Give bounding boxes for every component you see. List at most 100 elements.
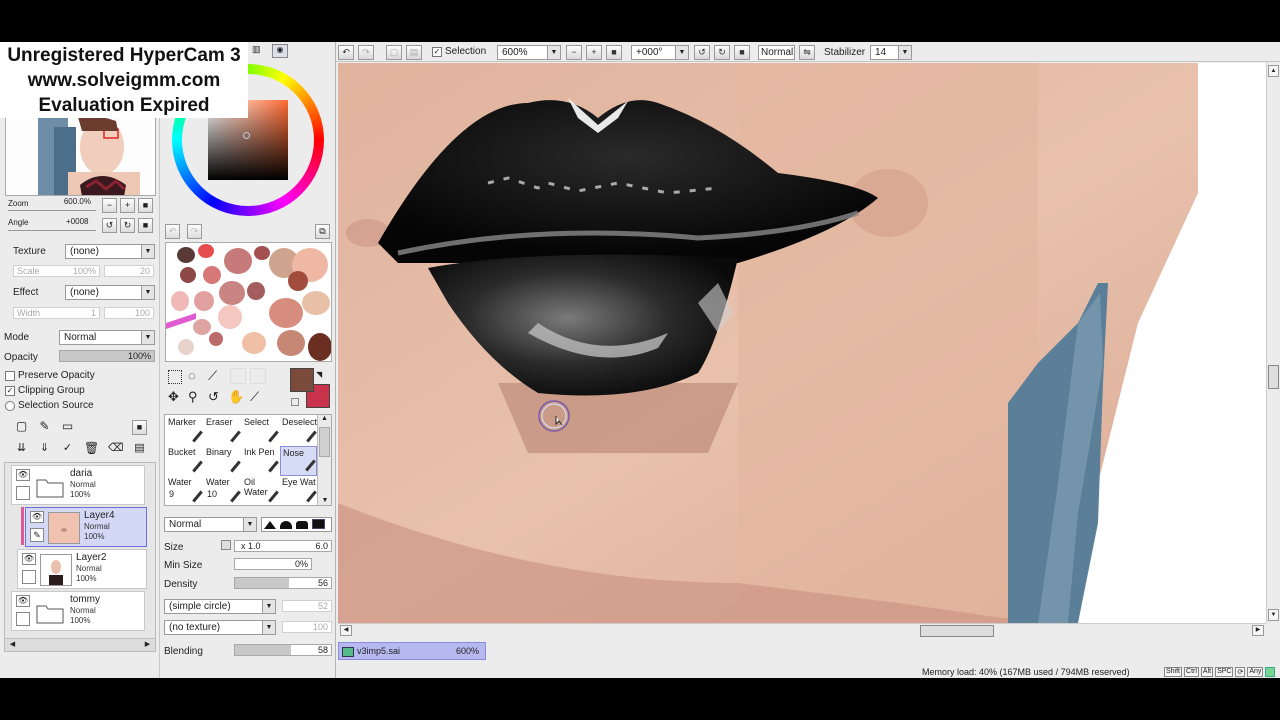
merge-check-icon[interactable]: ✓ [60,442,75,457]
hscroll-thumb[interactable] [920,625,994,637]
vscroll-thumb[interactable] [1268,365,1279,389]
scratchpad[interactable] [165,242,332,362]
tool-ink-pen[interactable]: Ink Pen [242,446,279,476]
document-tab[interactable]: v3imp5.sai 600% [338,642,486,660]
stabilizer-dropdown[interactable]: 14 ▼ [870,45,912,60]
navigator-preview[interactable] [5,116,156,196]
tool-water-10[interactable]: Water 10 [204,476,241,506]
eye-icon[interactable]: 👁 [16,469,30,481]
canvas-vscroll[interactable]: ▲ ▼ [1266,63,1280,623]
tool-marker[interactable]: Marker [166,416,203,446]
effect-dropdown[interactable]: (none) ▼ [65,285,155,300]
tool-oil-water[interactable]: Oil Water [242,476,279,506]
brush-shape-4[interactable] [312,519,325,529]
scroll-thumb[interactable] [319,427,330,457]
density-slider[interactable]: 56 [234,577,332,589]
tool-binary[interactable]: Binary [204,446,241,476]
eyedropper-icon[interactable]: ⟋ [250,389,259,405]
brush-shape-1[interactable] [264,521,276,529]
brush-texture-dropdown[interactable]: (no texture) ▼ [164,620,276,635]
brush-shape-3[interactable] [296,521,308,529]
clipping-group-row[interactable]: ✓ Clipping Group [5,385,85,396]
color-slider-icon[interactable]: ▥ [252,44,270,58]
layers-hscroll[interactable]: ◀ ▶ [5,638,155,651]
new-folder-icon[interactable]: ▭ [60,420,75,435]
primary-color[interactable] [290,368,314,392]
scroll-left-icon[interactable]: ◀ [340,625,352,636]
size-slider[interactable]: x 1.0 6.0 [234,540,332,552]
drawing-canvas[interactable] [338,63,1266,623]
angle-slider-track[interactable] [8,230,96,231]
zoom-reset-button[interactable]: ■ [138,198,153,213]
transparent-color-icon[interactable] [291,398,299,406]
tool-eraser[interactable]: Eraser [204,416,241,446]
layer-lock-icon[interactable]: ▤ [132,442,147,457]
layer-item-layer2[interactable]: 👁 Layer2 Normal 100% [17,549,147,589]
tool-water-9[interactable]: Water 9 [166,476,203,506]
redo-button[interactable]: ↷ [358,45,374,60]
size-lock-icon[interactable] [221,540,231,550]
tool-select[interactable]: Select [242,416,279,446]
lasso-icon[interactable]: ◌ [188,368,196,383]
rotate-right-button[interactable]: ↻ [120,218,135,233]
tool-eye-wat[interactable]: Eye Wat [280,476,317,506]
eye-icon[interactable]: 👁 [22,553,36,565]
zoom-dropdown[interactable]: 600% ▼ [497,45,561,60]
merge-down-icon[interactable]: ⇓ [37,442,52,457]
rotate-tool-icon[interactable]: ↺ [208,389,219,405]
rotate-cw-icon[interactable]: ↻ [714,45,730,60]
swatch-settings-button[interactable]: ⧉ [315,224,330,239]
invert-selection-button[interactable]: ▤ [406,45,422,60]
zoom-out-button[interactable]: − [102,198,117,213]
magic-wand-icon[interactable]: ⟋ [208,368,217,384]
blending-slider[interactable]: 58 [234,644,332,656]
brush-shape-2[interactable] [280,521,292,529]
rotate-ccw-icon[interactable]: ↺ [694,45,710,60]
tool-nose[interactable]: Nose [280,446,317,476]
texture-dropdown[interactable]: (none) ▼ [65,244,155,259]
scroll-down-icon[interactable]: ▼ [1268,609,1279,621]
preserve-opacity-row[interactable]: Preserve Opacity [5,370,95,381]
clear-layer-icon[interactable]: ⌫ [108,442,124,457]
hand-icon[interactable]: ✋ [228,389,244,405]
zoom-slider-track[interactable] [8,210,96,211]
layer-mask-icon[interactable]: ■ [132,420,147,435]
swap-colors-icon[interactable]: ◥ [316,370,322,379]
undo-button[interactable]: ↶ [338,45,354,60]
blend-mode-dropdown[interactable]: Normal ▼ [164,517,257,532]
selection-source-radio[interactable] [5,400,15,411]
brush-shape-selector[interactable] [261,517,332,532]
transfer-down-icon[interactable]: ⇊ [14,442,29,457]
zoom-tool-icon[interactable]: ⚲ [188,389,198,405]
swatch-next-button[interactable]: ↷ [187,224,202,239]
delete-layer-icon[interactable]: 🗑 [84,442,99,457]
rotate-reset-icon[interactable]: ■ [734,45,750,60]
selection-toggle[interactable]: ✓ Selection [432,46,486,57]
layer-item-layer4[interactable]: 👁 ✎ Layer4 Normal 100% [25,507,147,547]
zoom-in-icon[interactable]: + [586,45,602,60]
move-icon[interactable]: ✥ [168,389,179,405]
blank-tool-1[interactable] [230,368,246,384]
layer-folder-tommy[interactable]: 👁 tommy Normal 100% [11,591,145,631]
rotate-reset-button[interactable]: ■ [138,218,153,233]
layer-lock-box[interactable] [16,486,30,500]
opacity-slider[interactable]: 100% [59,350,155,362]
zoom-reset-icon[interactable]: ■ [606,45,622,60]
flip-mode-dropdown[interactable]: Normal [758,45,795,60]
scroll-up-icon[interactable]: ▲ [1268,65,1279,77]
tool-grid-scrollbar[interactable]: ▲ ▼ [317,415,331,505]
swatch-prev-button[interactable]: ↶ [165,224,180,239]
eye-icon[interactable]: 👁 [30,511,44,523]
eye-icon[interactable]: 👁 [16,595,30,607]
layer-lock-box[interactable] [22,570,36,584]
scroll-up-icon[interactable]: ▲ [318,415,331,422]
layer-lock-box[interactable] [16,612,30,626]
blank-tool-2[interactable] [250,368,266,384]
new-layer-icon[interactable]: ▢ [14,420,29,435]
preserve-opacity-checkbox[interactable] [5,370,15,381]
tool-deselect[interactable]: Deselect [280,416,317,446]
scroll-right-icon[interactable]: ▶ [142,640,153,650]
canvas-hscroll[interactable]: ◀ ▶ [338,623,1266,638]
selection-source-row[interactable]: Selection Source [5,400,94,411]
pen-lock-icon[interactable]: ✎ [30,528,44,542]
